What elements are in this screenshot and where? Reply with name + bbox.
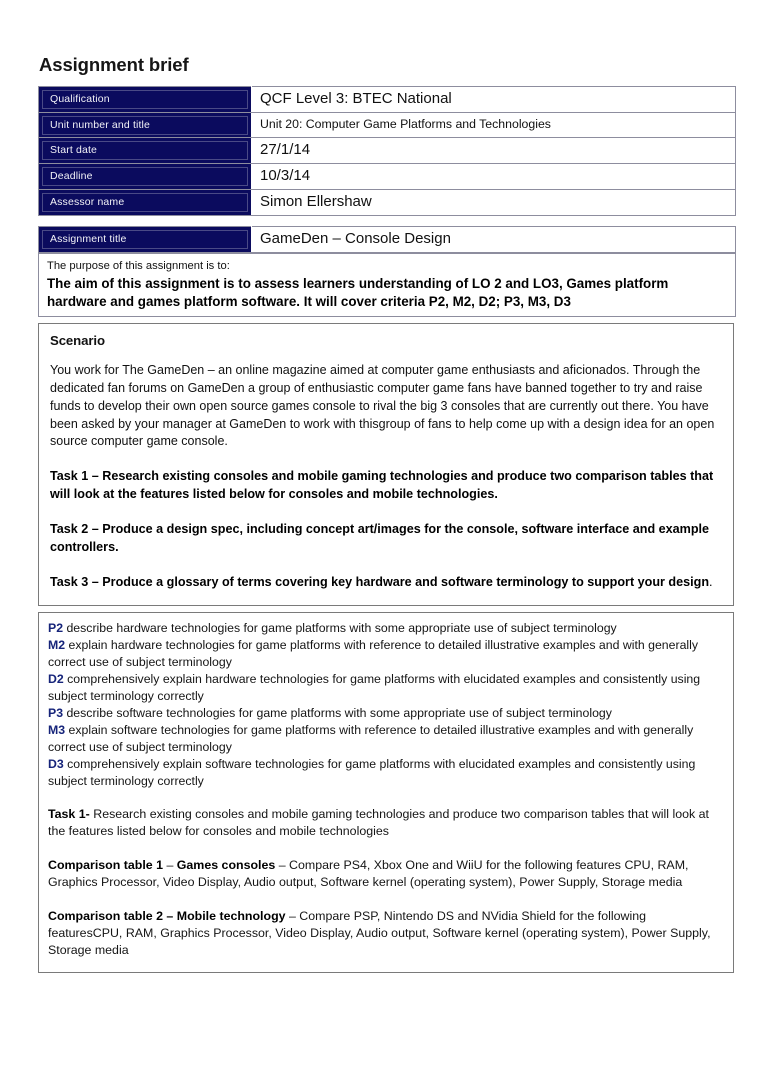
info-label-cell-assessor: Assessor name (38, 189, 252, 217)
criteria-code: P3 (48, 706, 64, 721)
scenario-task-1: Task 1 – Research existing consoles and … (50, 469, 714, 501)
assignment-title-body: Assignment title GameDen – Console Desig… (38, 226, 736, 254)
assignment-title-label: Assignment title (42, 230, 248, 250)
qualification-info-table: Qualification QCF Level 3: BTEC National… (38, 86, 736, 217)
assignment-purpose-body: The purpose of this assignment is to: Th… (38, 253, 736, 318)
scenario-task-3-bold: Task 3 – Produce a glossary of terms cov… (50, 574, 710, 589)
criteria-code: D2 (48, 672, 64, 687)
criteria-text: explain software technologies for game p… (48, 723, 694, 755)
task-1-text: Research existing consoles and mobile ga… (48, 807, 709, 839)
table-row: Assessor name Simon Ellershaw (38, 189, 736, 217)
info-label-text: Start date (42, 141, 248, 161)
criteria-box: P2 describe hardware technologies for ga… (38, 612, 734, 973)
criteria-code: M3 (48, 723, 66, 738)
assignment-brief-document: Assignment brief Qualification QCF Level… (38, 54, 738, 973)
criteria-text: explain hardware technologies for game p… (48, 638, 699, 670)
info-value-cell-start-date: 27/1/14 (251, 137, 736, 165)
purpose-lead-text: The purpose of this assignment is to: (47, 260, 230, 273)
purpose-aim-text: The aim of this assignment is to assess … (47, 275, 669, 309)
assignment-title-value: GameDen – Console Design (251, 226, 736, 254)
task-1-paragraph: Task 1- Research existing consoles and m… (48, 806, 723, 841)
comparison-table-1-paragraph: Comparison table 1 – Games consoles – Co… (48, 857, 723, 892)
assignment-title-label-cell: Assignment title (38, 226, 252, 254)
info-label-text: Deadline (42, 167, 248, 187)
comparison-table-2-subject: Mobile technology (176, 908, 286, 923)
criteria-text: comprehensively explain software technol… (48, 757, 696, 789)
info-label-cell-qualification: Qualification (38, 86, 252, 114)
info-label-text: Qualification (42, 90, 248, 110)
table-row: Start date 27/1/14 (38, 137, 736, 165)
table-row: Unit number and title Unit 20: Computer … (38, 112, 736, 139)
criteria-item-m3: M3 explain software technologies for gam… (48, 722, 723, 756)
criteria-text: describe hardware technologies for game … (63, 621, 617, 636)
criteria-text: comprehensively explain hardware technol… (48, 672, 701, 704)
table-row: Assignment title GameDen – Console Desig… (38, 226, 736, 254)
criteria-code: D3 (48, 757, 64, 772)
criteria-code: M2 (48, 638, 66, 653)
info-label-text: Unit number and title (42, 115, 248, 135)
criteria-item-p2: P2 describe hardware technologies for ga… (48, 620, 723, 637)
page-title: Assignment brief (39, 54, 189, 75)
criteria-item-d3: D3 comprehensively explain software tech… (48, 756, 723, 790)
document-page: Assignment brief Qualification QCF Level… (0, 0, 768, 1087)
table-row: The purpose of this assignment is to: Th… (38, 253, 736, 318)
assignment-purpose-cell: The purpose of this assignment is to: Th… (38, 253, 736, 318)
assignment-title-table: Assignment title GameDen – Console Desig… (38, 226, 736, 254)
comparison-table-1-dash: – (166, 857, 177, 872)
scenario-task-3-tail: . (709, 574, 713, 589)
info-label-cell-deadline: Deadline (38, 163, 252, 191)
scenario-heading: Scenario (50, 333, 105, 349)
scenario-body-text: You work for The GameDen – an online mag… (50, 363, 715, 449)
scenario-task-3: Task 3 – Produce a glossary of terms cov… (50, 574, 721, 592)
info-value-cell-unit: Unit 20: Computer Game Platforms and Tec… (251, 112, 736, 139)
table-row: Deadline 10/3/14 (38, 163, 736, 191)
comparison-table-1-label: Comparison table 1 (48, 857, 167, 872)
assignment-purpose-table: The purpose of this assignment is to: Th… (38, 253, 736, 318)
info-label-cell-start-date: Start date (38, 137, 252, 165)
criteria-text: describe software technologies for game … (63, 706, 612, 721)
criteria-item-m2: M2 explain hardware technologies for gam… (48, 637, 723, 671)
scenario-box: Scenario You work for The GameDen – an o… (38, 323, 734, 607)
comparison-table-2-label: Comparison table 2 – (48, 908, 177, 923)
criteria-item-d2: D2 comprehensively explain hardware tech… (48, 671, 723, 705)
info-value-cell-assessor: Simon Ellershaw (251, 189, 736, 217)
info-table-body: Qualification QCF Level 3: BTEC National… (38, 86, 736, 217)
criteria-code: P2 (48, 621, 64, 636)
comparison-table-1-subject: Games consoles (176, 857, 276, 872)
comparison-table-2-paragraph: Comparison table 2 – Mobile technology –… (48, 908, 723, 960)
task-1-label: Task 1- (48, 807, 90, 822)
criteria-item-p3: P3 describe software technologies for ga… (48, 705, 723, 722)
table-row: Qualification QCF Level 3: BTEC National (38, 86, 736, 114)
scenario-task-2: Task 2 – Produce a design spec, includin… (50, 521, 710, 554)
info-label-cell-unit: Unit number and title (38, 112, 252, 139)
info-value-cell-deadline: 10/3/14 (251, 163, 736, 191)
info-label-text: Assessor name (42, 193, 248, 213)
info-value-cell-qualification: QCF Level 3: BTEC National (251, 86, 736, 114)
